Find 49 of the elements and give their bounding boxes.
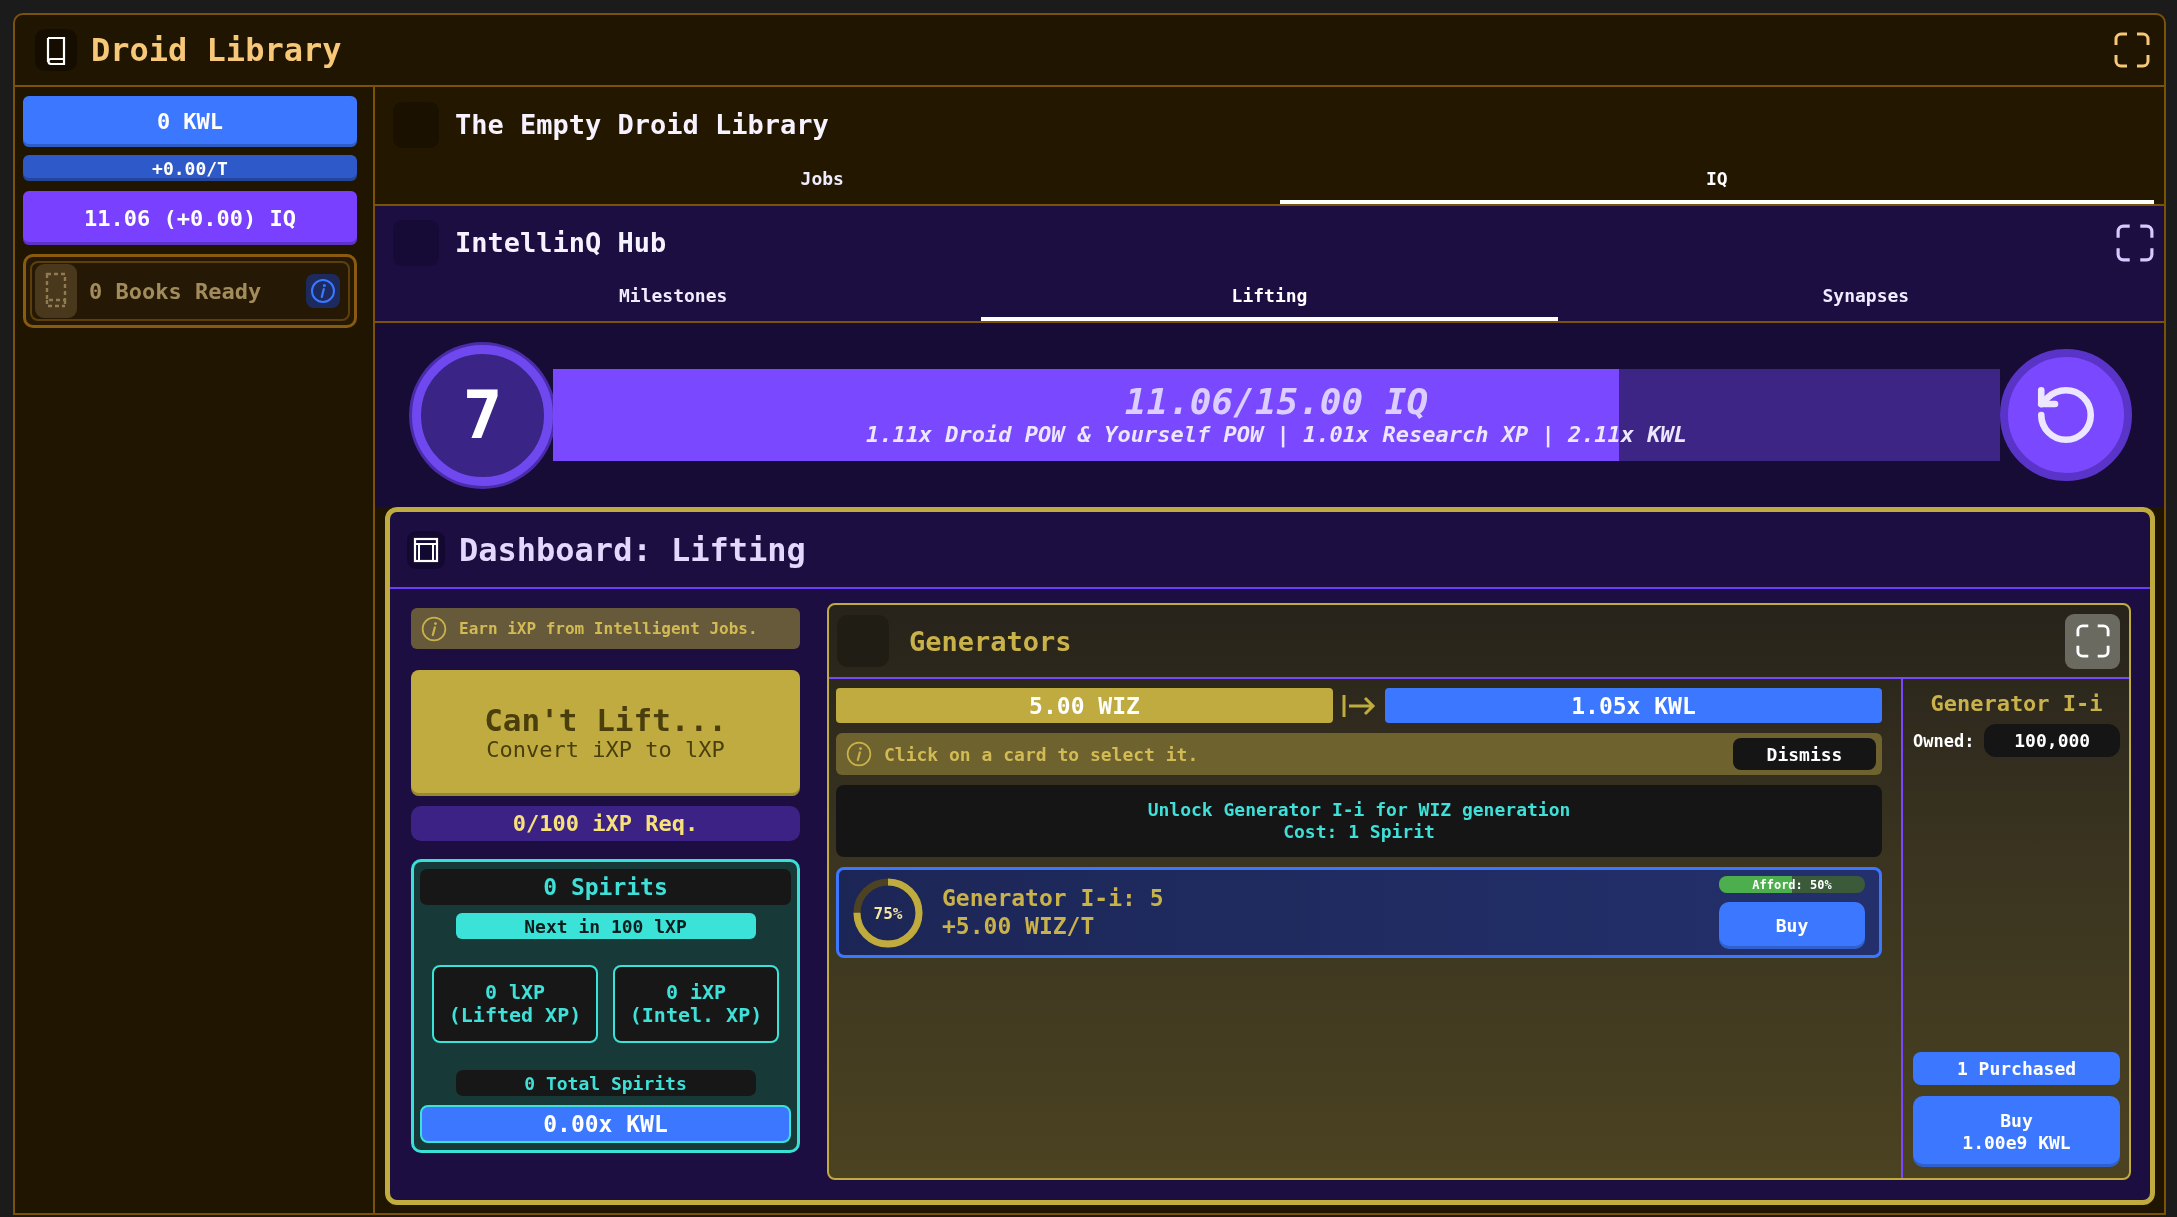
dashed-book-icon xyxy=(35,264,77,318)
kwl-rate: +0.00/T xyxy=(23,155,357,181)
buy-button[interactable]: Buy 1.00e9 KWL xyxy=(1913,1096,2120,1167)
kwl-multiplier: 0.00x KWL xyxy=(420,1105,791,1143)
level-badge: 7 xyxy=(412,344,553,486)
tab[interactable]: Milestones xyxy=(385,279,962,321)
stat-box: 0 lXP (Lifted XP) xyxy=(432,965,598,1044)
fullscreen-button[interactable] xyxy=(2065,613,2120,669)
window-icon xyxy=(407,530,445,569)
generator-card[interactable]: 75% Generator I-i: 5 +5.00 WIZ/T Afford: 50% Buy xyxy=(836,867,1882,958)
library-title: The Empty Droid Library xyxy=(455,109,829,140)
dashboard-title: Dashboard: Lifting xyxy=(459,530,806,569)
iq-reading: 11.06/15.00 IQ xyxy=(1124,382,1429,422)
wiz-amount: 5.00 WIZ xyxy=(836,688,1333,723)
info-icon xyxy=(421,615,447,642)
dismiss-button[interactable]: Dismiss xyxy=(1733,738,1876,770)
app-title: Droid Library xyxy=(91,31,342,69)
fullscreen-icon[interactable] xyxy=(2114,32,2150,68)
stat-box: 0 iXP (Intel. XP) xyxy=(613,965,779,1044)
book-icon xyxy=(35,29,77,71)
kwl-counter: 0 KWL xyxy=(23,96,357,147)
unlock-message: Unlock Generator I-i for WIZ generation Cost: 1 Spirit xyxy=(836,785,1882,857)
info-icon xyxy=(846,741,872,767)
afford-label: Afford: 50% xyxy=(1752,877,1832,892)
fullscreen-icon[interactable] xyxy=(2116,223,2154,262)
lift-button[interactable]: Can't Lift... Convert iXP to lXP xyxy=(411,670,800,796)
info-icon[interactable] xyxy=(306,274,340,308)
hub-title: IntellinQ Hub xyxy=(455,227,667,258)
iq-counter: 11.06 (+0.00) IQ xyxy=(23,191,357,245)
owned-value: 100,000 xyxy=(1984,724,2120,757)
books-ready-label: 0 Books Ready xyxy=(89,278,262,304)
kwl-multiplier: 1.05x KWL xyxy=(1385,688,1882,723)
fullscreen-icon xyxy=(2075,624,2110,658)
owned-label: Owned: xyxy=(1913,730,1975,751)
total-spirits: 0 Total Spirits xyxy=(455,1070,756,1097)
tab[interactable]: Synapses xyxy=(1577,279,2154,321)
requirement-bar: 0/100 iXP Req. xyxy=(411,806,800,841)
progress-label: 75% xyxy=(873,903,903,922)
tab[interactable]: Jobs xyxy=(385,162,1260,204)
generator-name: Generator I-i: 5 xyxy=(942,884,1164,913)
buy-button[interactable]: Buy xyxy=(1719,902,1865,949)
generator-rate: +5.00 WIZ/T xyxy=(942,912,1096,941)
hint-text: Earn iXP from Intelligent Jobs. xyxy=(459,619,758,638)
next-spirit-pill: Next in 100 lXP xyxy=(455,913,756,940)
generators-title: Generators xyxy=(909,625,1072,657)
detail-title: Generator I-i xyxy=(1930,691,2103,716)
hint-text: Click on a card to select it. xyxy=(884,743,1199,765)
spirits-count: 0 Spirits xyxy=(420,869,791,905)
purchased-badge: 1 Purchased xyxy=(1913,1052,2120,1085)
